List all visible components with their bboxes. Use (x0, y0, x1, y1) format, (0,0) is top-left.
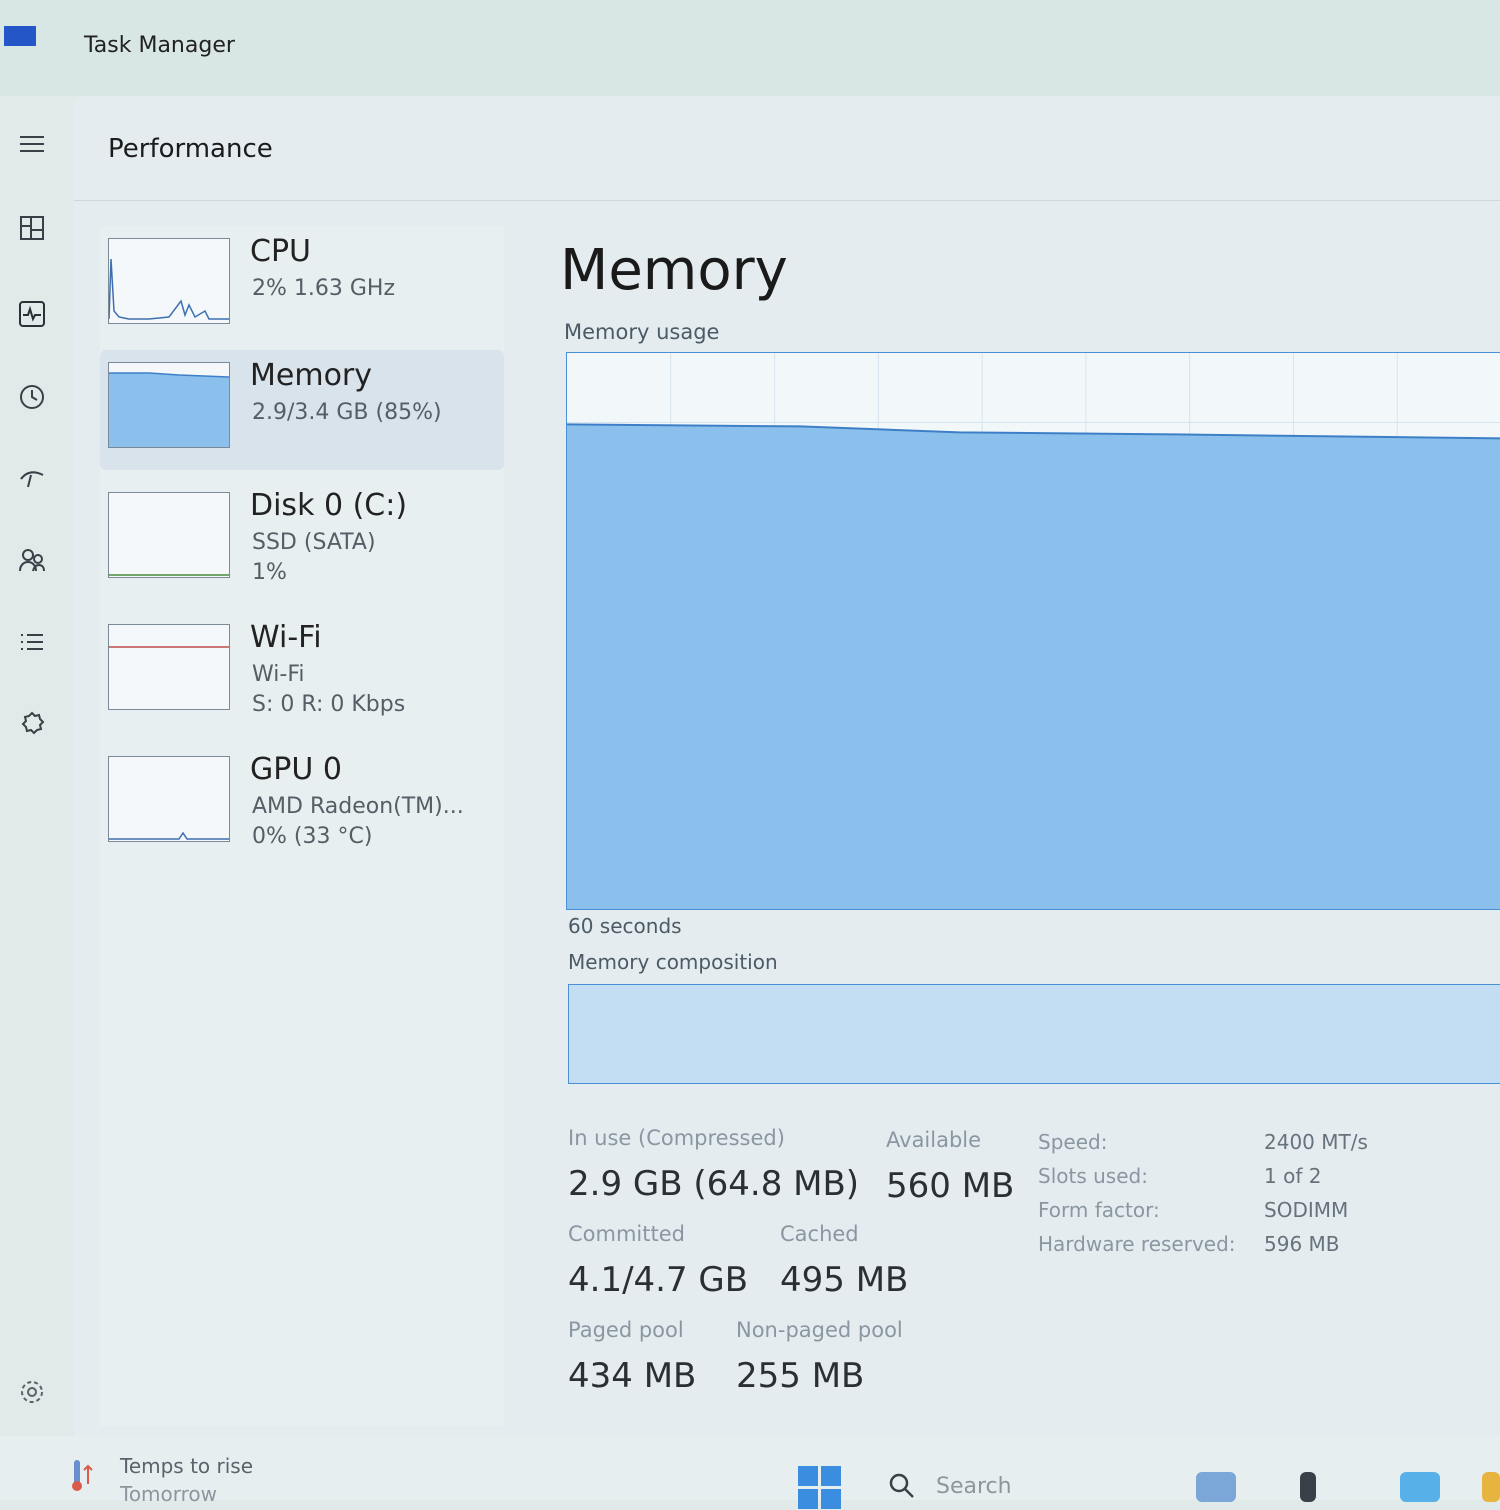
users-icon[interactable] (8, 536, 56, 584)
search-icon[interactable] (888, 1472, 916, 1500)
memory-thumbnail-graph (108, 362, 230, 448)
task-manager-app-icon (4, 26, 36, 46)
committed-value: 4.1/4.7 GB (568, 1260, 749, 1300)
taskbar-app-icon[interactable] (1300, 1472, 1316, 1502)
non-paged-pool-label: Non-paged pool (736, 1318, 903, 1342)
device-name: Memory (250, 358, 373, 393)
cached-value: 495 MB (780, 1260, 909, 1300)
paged-pool-label: Paged pool (568, 1318, 684, 1342)
thermometer-icon[interactable] (66, 1454, 100, 1494)
available-label: Available (886, 1128, 982, 1152)
device-detail: Wi-Fi (252, 662, 305, 687)
windows-start-icon[interactable] (798, 1466, 842, 1510)
services-icon[interactable] (8, 700, 56, 748)
device-cpu[interactable]: CPU 2% 1.63 GHz (100, 226, 504, 346)
time-span-label: 60 seconds (568, 914, 682, 938)
header-divider (74, 200, 1500, 201)
slots-used-value: 1 of 2 (1264, 1164, 1322, 1188)
form-factor-label: Form factor: (1038, 1198, 1160, 1222)
cpu-thumbnail-graph (108, 238, 230, 324)
startup-apps-icon[interactable] (8, 454, 56, 502)
committed-label: Committed (568, 1222, 685, 1246)
composition-in-use-segment (569, 985, 1500, 1083)
taskbar-app-icon[interactable] (1196, 1472, 1236, 1502)
memory-composition-bar (568, 984, 1500, 1084)
device-detail-2: 1% (252, 560, 287, 585)
device-memory[interactable]: Memory 2.9/3.4 GB (85%) (100, 350, 504, 470)
hardware-reserved-label: Hardware reserved: (1038, 1232, 1236, 1256)
memory-usage-area (567, 424, 1500, 909)
speed-label: Speed: (1038, 1130, 1108, 1154)
device-detail: 2% 1.63 GHz (252, 276, 396, 301)
disk-thumbnail-graph (108, 492, 230, 578)
page-title: Performance (108, 134, 273, 164)
settings-icon[interactable] (8, 1368, 56, 1416)
hardware-reserved-value: 596 MB (1264, 1232, 1340, 1256)
gpu-thumbnail-graph (108, 756, 230, 842)
slots-used-label: Slots used: (1038, 1164, 1148, 1188)
memory-usage-graph (566, 352, 1500, 910)
device-detail: 2.9/3.4 GB (85%) (252, 400, 442, 425)
navigation-rail (0, 96, 72, 1436)
paged-pool-value: 434 MB (568, 1356, 697, 1396)
device-name: Disk 0 (C:) (250, 488, 408, 523)
weather-subline: Tomorrow (120, 1482, 218, 1506)
search-box[interactable]: Search (936, 1474, 1012, 1499)
device-detail-2: 0% (33 °C) (252, 824, 373, 849)
processes-icon[interactable] (8, 204, 56, 252)
device-gpu[interactable]: GPU 0 AMD Radeon(TM)... 0% (33 °C) (100, 744, 504, 864)
content-pane: Performance CPU 2% 1.63 GHz Memory 2.9/3… (74, 96, 1500, 1436)
available-value: 560 MB (886, 1166, 1015, 1206)
memory-detail-panel: Memory Memory usage 60 seconds Memory co… (560, 226, 1500, 1426)
in-use-value: 2.9 GB (64.8 MB) (568, 1164, 860, 1204)
device-name: Wi-Fi (250, 620, 322, 655)
device-detail: SSD (SATA) (252, 530, 376, 555)
memory-composition-label: Memory composition (568, 950, 778, 974)
window-title: Task Manager (84, 33, 235, 58)
taskbar: Temps to rise Tomorrow Search (0, 1436, 1500, 1509)
device-disk[interactable]: Disk 0 (C:) SSD (SATA) 1% (100, 480, 504, 600)
menu-icon[interactable] (8, 120, 56, 168)
title-bar: Task Manager (0, 0, 1500, 96)
cached-label: Cached (780, 1222, 859, 1246)
wifi-thumbnail-graph (108, 624, 230, 710)
device-detail-2: S: 0 R: 0 Kbps (252, 692, 406, 717)
performance-icon[interactable] (8, 290, 56, 338)
taskbar-app-icon[interactable] (1400, 1472, 1440, 1502)
device-list: CPU 2% 1.63 GHz Memory 2.9/3.4 GB (85%) … (100, 226, 504, 1426)
memory-heading: Memory (560, 238, 788, 303)
app-history-icon[interactable] (8, 372, 56, 420)
in-use-label: In use (Compressed) (568, 1126, 785, 1150)
device-wifi[interactable]: Wi-Fi Wi-Fi S: 0 R: 0 Kbps (100, 612, 504, 732)
form-factor-value: SODIMM (1264, 1198, 1349, 1222)
non-paged-pool-value: 255 MB (736, 1356, 865, 1396)
details-icon[interactable] (8, 618, 56, 666)
weather-headline[interactable]: Temps to rise (120, 1454, 253, 1478)
taskbar-app-icon[interactable] (1482, 1472, 1500, 1502)
device-detail: AMD Radeon(TM)... (252, 794, 464, 819)
speed-value: 2400 MT/s (1264, 1130, 1368, 1154)
device-name: GPU 0 (250, 752, 342, 787)
device-name: CPU (250, 234, 311, 269)
memory-usage-label: Memory usage (564, 320, 720, 344)
